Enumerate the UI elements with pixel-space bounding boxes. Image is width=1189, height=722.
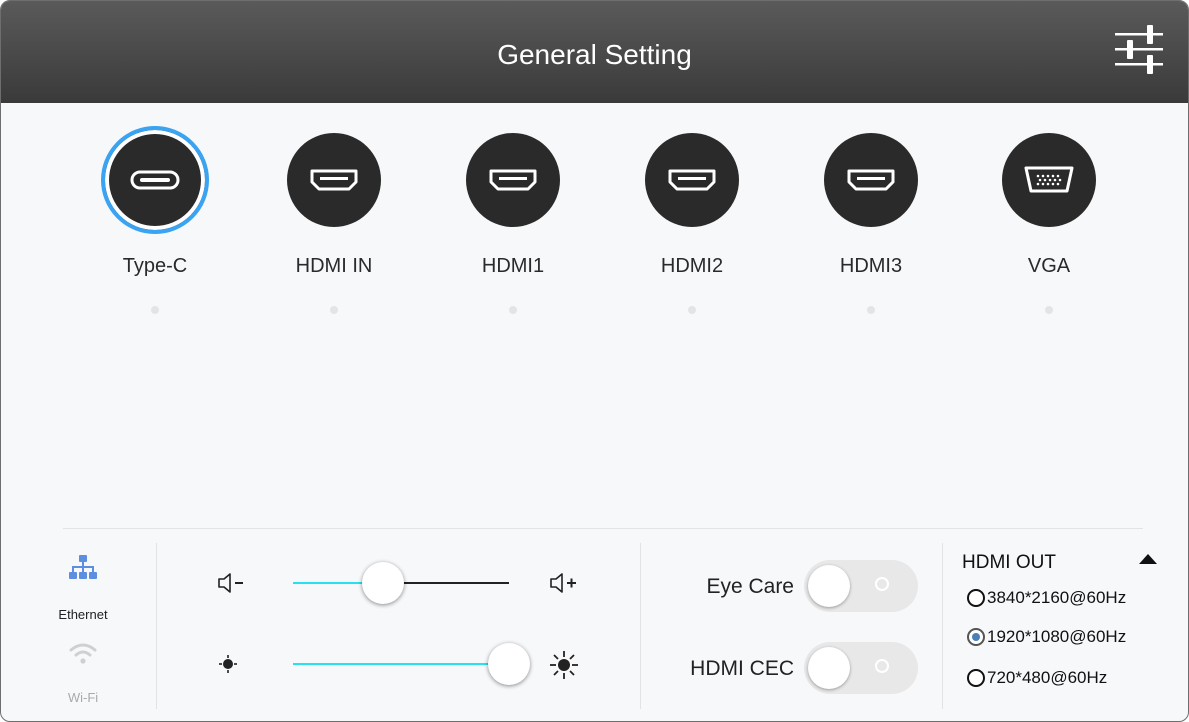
brightness-slider[interactable] <box>291 642 531 686</box>
option-label: 720*480@60Hz <box>987 668 1108 687</box>
ethernet-button[interactable]: Ethernet <box>43 553 123 625</box>
hdmi-icon <box>645 133 739 227</box>
hdmi-cec-label: HDMI CEC <box>690 657 794 680</box>
divider <box>640 543 641 709</box>
hdmi-cec-toggle[interactable] <box>804 642 918 694</box>
radio-button[interactable] <box>967 589 985 607</box>
hdmi-icon <box>466 133 560 227</box>
hdmi-out-option[interactable]: 1920*1080@60Hz <box>967 627 1126 647</box>
hdmi-out-option[interactable]: 720*480@60Hz <box>967 668 1107 688</box>
source-label: HDMI2 <box>660 255 724 277</box>
brightness-track-filled <box>293 663 503 665</box>
hdmi-icon <box>287 133 381 227</box>
volume-up-icon[interactable] <box>549 571 581 595</box>
source-label: VGA <box>1027 255 1071 277</box>
wifi-icon <box>68 641 98 667</box>
general-setting-panel: General Setting Type-C HDMI IN HDMI1 HDM… <box>0 0 1189 722</box>
source-label: Type-C <box>122 255 188 277</box>
source-indicator-dot <box>867 306 875 314</box>
wifi-label: Wi-Fi <box>67 690 99 705</box>
source-indicator-dot <box>330 306 338 314</box>
hdmi-out-title: HDMI OUT <box>962 552 1056 573</box>
brightness-knob[interactable] <box>488 643 530 685</box>
eye-care-label: Eye Care <box>706 575 794 598</box>
volume-down-icon[interactable] <box>217 571 247 595</box>
source-indicator-dot <box>151 306 159 314</box>
ethernet-icon <box>67 553 99 585</box>
volume-knob[interactable] <box>362 562 404 604</box>
usb-c-icon <box>101 126 209 234</box>
divider <box>156 543 157 709</box>
source-indicator-dot <box>509 306 517 314</box>
volume-slider[interactable] <box>291 561 513 605</box>
collapse-arrow-icon[interactable] <box>1139 554 1157 564</box>
divider <box>63 528 1143 529</box>
source-indicator-dot <box>688 306 696 314</box>
brightness-high-icon[interactable] <box>549 650 579 680</box>
radio-button[interactable] <box>967 669 985 687</box>
source-indicator-dot <box>1045 306 1053 314</box>
toggle-knob <box>808 647 850 689</box>
header-bar: General Setting <box>1 1 1188 103</box>
source-label: HDMI3 <box>839 255 903 277</box>
sliders-icon[interactable] <box>1113 21 1165 83</box>
divider <box>942 543 943 709</box>
source-label: HDMI1 <box>481 255 545 277</box>
hdmi-out-option[interactable]: 3840*2160@60Hz <box>967 588 1126 608</box>
toggle-off-indicator <box>875 577 889 591</box>
radio-button[interactable] <box>967 628 985 646</box>
wifi-button[interactable]: Wi-Fi <box>43 637 123 707</box>
ethernet-label: Ethernet <box>58 607 108 622</box>
toggle-knob <box>808 565 850 607</box>
option-label: 1920*1080@60Hz <box>987 627 1127 646</box>
option-label: 3840*2160@60Hz <box>987 588 1127 607</box>
vga-icon <box>1002 133 1096 227</box>
toggle-off-indicator <box>875 659 889 673</box>
page-title: General Setting <box>497 39 692 70</box>
source-label: HDMI IN <box>295 255 373 277</box>
brightness-low-icon[interactable] <box>217 653 239 675</box>
eye-care-toggle[interactable] <box>804 560 918 612</box>
hdmi-icon <box>824 133 918 227</box>
